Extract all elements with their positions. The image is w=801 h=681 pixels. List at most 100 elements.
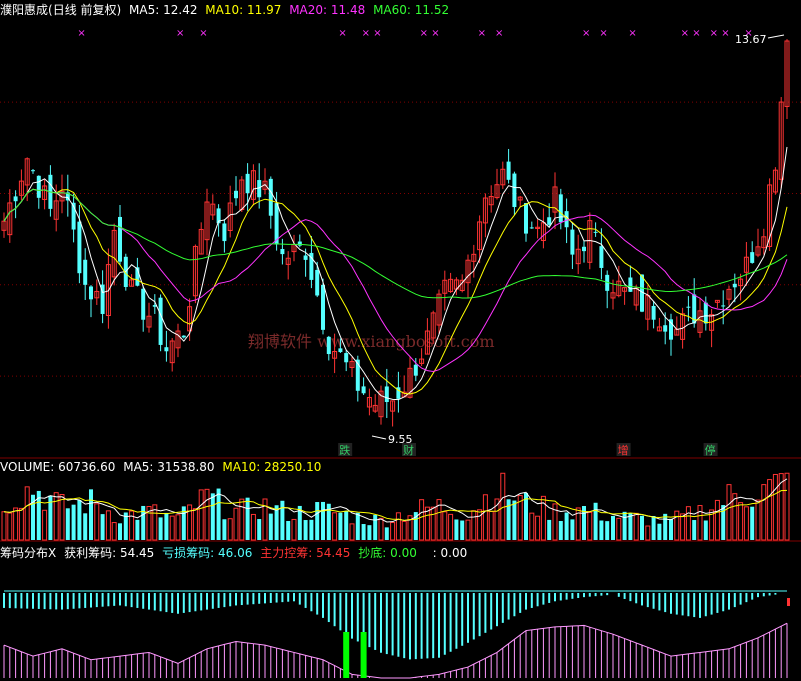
candle-down xyxy=(529,227,534,229)
volume-bar-up xyxy=(401,520,407,541)
candle-down xyxy=(268,178,273,216)
price-header: 濮阳惠成(日线 前复权) MA5: 12.42 MA10: 11.97 MA20… xyxy=(0,1,453,17)
volume-bar-up xyxy=(175,514,181,541)
profit-value: 54.45 xyxy=(119,546,155,560)
candle-down xyxy=(326,336,331,355)
volume-bar-up xyxy=(471,510,477,541)
volume-bar-down xyxy=(100,514,105,540)
volume-bar-down xyxy=(651,516,656,540)
volume-bar-up xyxy=(488,510,494,541)
volume-bar-down xyxy=(71,504,76,540)
candle-down xyxy=(141,288,146,320)
loss-label: 亏损筹码: xyxy=(162,546,215,560)
signal-mark: × xyxy=(599,28,607,39)
volume-bar-up xyxy=(18,507,24,541)
candle-down xyxy=(732,283,737,288)
volume-bar-down xyxy=(512,500,517,540)
stock-name: 濮阳惠成 xyxy=(0,3,49,17)
volume-ma5-label: MA5: xyxy=(123,460,154,474)
ma20-value: 11.48 xyxy=(330,3,366,17)
candle-down xyxy=(384,386,389,403)
volume-bar-up xyxy=(198,489,204,541)
volume-bar-up xyxy=(697,505,703,541)
signal-mark: × xyxy=(362,28,370,39)
volume-bar-up xyxy=(111,522,117,541)
candle-down xyxy=(651,305,656,320)
volume-bar-up xyxy=(94,503,100,541)
volume-bar-up xyxy=(13,507,19,541)
volume-bar-up xyxy=(227,518,233,541)
volume-bar-down xyxy=(118,523,122,540)
volume-bar-down xyxy=(315,502,320,540)
candle-down xyxy=(547,217,552,225)
candle-down xyxy=(234,190,238,199)
signal-mark: × xyxy=(431,28,439,39)
volume-ma5-line xyxy=(3,478,788,523)
ma5-line xyxy=(3,146,788,401)
candle-down xyxy=(83,259,88,285)
volume-bar-down xyxy=(599,520,604,540)
candle-down xyxy=(506,161,511,180)
high-price-label: 13.67 xyxy=(735,33,767,46)
candle-down xyxy=(36,175,41,198)
candle-down xyxy=(593,231,598,233)
volume-bar-up xyxy=(332,512,338,541)
ma10-label: MA10: xyxy=(205,3,244,17)
bottom-value: 0.00 xyxy=(390,546,417,560)
volume-bar-up xyxy=(633,512,639,541)
signal-mark: × xyxy=(721,28,729,39)
bottom-label: 抄底: xyxy=(358,546,387,560)
ma5-value: 12.42 xyxy=(163,3,198,17)
volume-bar-down xyxy=(454,519,459,540)
candle-down xyxy=(599,246,604,268)
signal-word: 停 xyxy=(705,443,716,457)
volume-bar-up xyxy=(390,522,396,541)
signal-word: 财 xyxy=(403,443,414,457)
control-label: 主力控筹: xyxy=(260,546,313,560)
volume-bar-down xyxy=(280,500,285,540)
volume-ma10-label: MA10: xyxy=(222,460,261,474)
volume-header: VOLUME: 60736.60 MA5: 31538.80 MA10: 282… xyxy=(0,460,325,476)
volume-bar-up xyxy=(129,510,135,541)
candle-down xyxy=(181,335,186,338)
volume-bar-up xyxy=(233,507,239,541)
volume-ma5-value: 31538.80 xyxy=(157,460,215,474)
chip-end-mark xyxy=(787,598,790,606)
volume-bar-down xyxy=(216,488,221,540)
volume-bar-up xyxy=(239,498,245,541)
volume-bar-up xyxy=(42,509,48,541)
volume-bar-down xyxy=(309,519,314,540)
volume-bar-up xyxy=(645,525,651,541)
stock-chart: 翔博软件 www.xiangbosoft.com× × × × × × × × × × × × × × × ×… xyxy=(0,28,801,679)
candle-down xyxy=(13,196,18,202)
chip-bottom-bar xyxy=(343,632,350,678)
signal-mark: × xyxy=(582,28,590,39)
high-price-pointer xyxy=(767,34,785,39)
volume-bar-down xyxy=(558,521,563,540)
period-label: (日线 前复权) xyxy=(48,3,122,17)
volume-bar-up xyxy=(169,515,175,541)
volume-bar-down xyxy=(367,525,372,540)
volume-bar-down xyxy=(524,492,528,540)
volume-bar-up xyxy=(349,523,355,541)
candle-down xyxy=(338,348,343,353)
volume-bar-up xyxy=(59,493,65,541)
volume-bar-down xyxy=(245,497,250,540)
volume-bar-down xyxy=(89,489,93,540)
volume-bar-up xyxy=(424,506,430,541)
candle-down xyxy=(524,203,528,234)
low-price-pointer xyxy=(371,435,387,440)
volume-bar-up xyxy=(482,494,488,541)
volume-bar-up xyxy=(714,499,720,541)
signal-mark: × xyxy=(373,28,381,39)
volume-bar-up xyxy=(767,479,773,541)
volume-bar-down xyxy=(703,520,708,540)
volume-bar-up xyxy=(204,488,210,541)
candle-down xyxy=(89,286,93,300)
volume-bar-down xyxy=(692,520,697,540)
volume-bar-up xyxy=(53,492,59,541)
chip-label: 筹码分布X xyxy=(0,546,57,560)
volume-bar-up xyxy=(250,513,256,541)
volume-bar-down xyxy=(77,499,82,540)
volume-bar-down xyxy=(750,506,755,540)
